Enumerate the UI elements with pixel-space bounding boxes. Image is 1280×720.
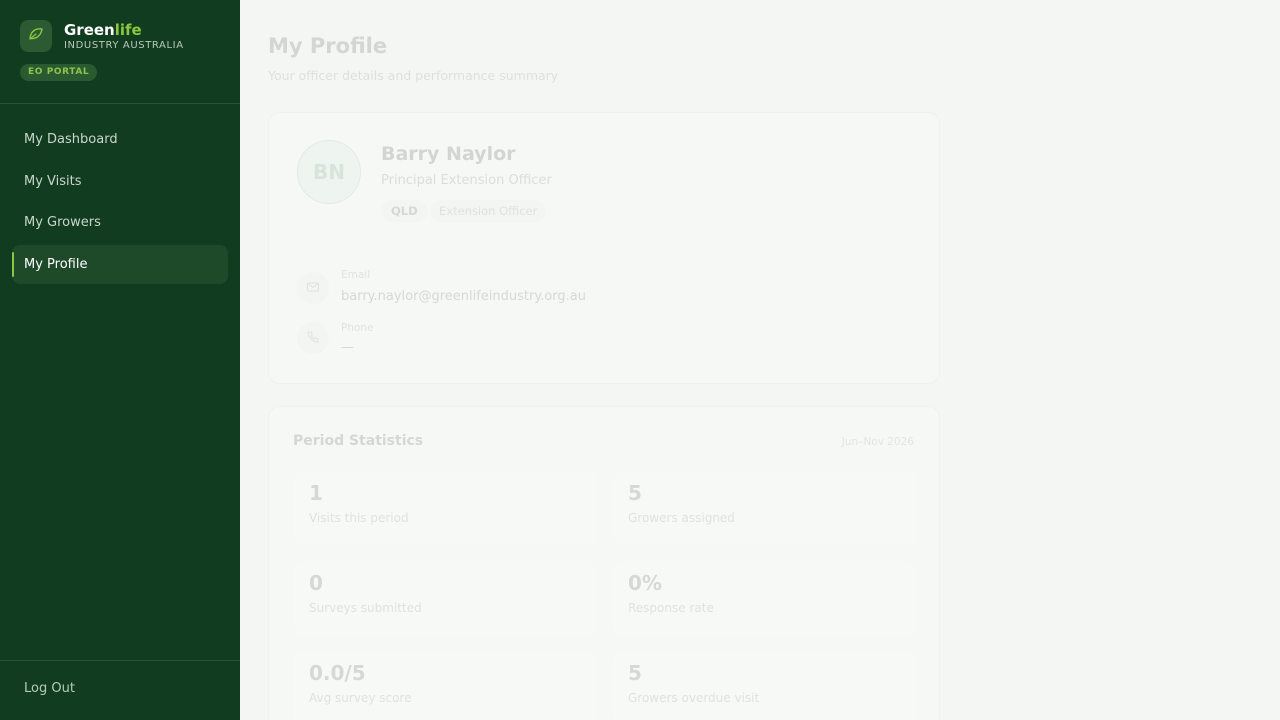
brand-name: Greenlife xyxy=(64,21,142,39)
brand-subtitle: INDUSTRY AUSTRALIA xyxy=(64,40,184,51)
stats-card: Period Statistics Jun–Nov 2026 1 Visits … xyxy=(268,406,940,720)
logo xyxy=(20,20,52,52)
phone-label: Phone xyxy=(341,322,374,334)
stat-surveys-submitted: 0 Surveys submitted xyxy=(294,561,597,635)
mail-icon xyxy=(306,279,320,298)
stat-value: 1 xyxy=(309,481,323,505)
profile-name: Barry Naylor xyxy=(381,143,516,165)
stat-value: 0% xyxy=(628,571,662,595)
stat-value: 0.0/5 xyxy=(309,661,366,685)
stat-label: Visits this period xyxy=(309,511,409,525)
email-icon-wrap xyxy=(297,272,329,304)
phone-icon-wrap xyxy=(297,322,329,354)
profile-role: Principal Extension Officer xyxy=(381,173,552,188)
sidebar-divider xyxy=(0,103,240,104)
sidebar-item-label: My Visits xyxy=(24,173,82,189)
state-badge: QLD xyxy=(381,200,428,222)
stat-label: Avg survey score xyxy=(309,691,412,705)
sidebar-item-label: My Growers xyxy=(24,215,101,230)
sidebar-item-profile[interactable]: My Profile xyxy=(12,244,228,284)
sidebar-item-visits[interactable]: My Visits xyxy=(12,162,228,201)
sidebar: Greenlife INDUSTRY AUSTRALIA EO PORTAL M… xyxy=(0,0,240,720)
main-content: My Profile Your officer details and perf… xyxy=(240,0,1280,720)
phone-value: — xyxy=(341,340,354,355)
sidebar-item-label: My Dashboard xyxy=(24,132,118,147)
stat-label: Growers assigned xyxy=(628,511,735,525)
stat-label: Response rate xyxy=(628,601,714,615)
email-value[interactable]: barry.naylor@greenlifeindustry.org.au xyxy=(341,289,586,304)
brand-name-part2: life xyxy=(114,21,142,39)
email-label: Email xyxy=(341,269,371,281)
profile-card: BN Barry Naylor Principal Extension Offi… xyxy=(268,112,940,384)
stats-title: Period Statistics xyxy=(293,433,424,449)
logout-button[interactable]: Log Out xyxy=(24,681,75,696)
officer-type-badge: Extension Officer xyxy=(430,200,547,222)
page-title: My Profile xyxy=(268,34,388,58)
phone-icon xyxy=(306,329,320,348)
sidebar-item-growers[interactable]: My Growers xyxy=(12,203,228,242)
sidebar-nav: My Dashboard My Visits My Growers My Pro… xyxy=(12,120,228,286)
sidebar-item-dashboard[interactable]: My Dashboard xyxy=(12,120,228,159)
stat-value: 5 xyxy=(628,481,642,505)
portal-badge: EO PORTAL xyxy=(20,64,98,81)
stat-response-rate: 0% Response rate xyxy=(613,561,916,635)
stats-period: Jun–Nov 2026 xyxy=(841,436,914,448)
sidebar-item-label: My Profile xyxy=(24,256,88,272)
stat-growers-overdue: 5 Growers overdue visit xyxy=(613,651,916,720)
stat-growers-assigned: 5 Growers assigned xyxy=(613,471,916,545)
stat-label: Surveys submitted xyxy=(309,601,422,615)
stat-value: 5 xyxy=(628,661,642,685)
sidebar-divider-bottom xyxy=(0,660,240,661)
stat-visits: 1 Visits this period xyxy=(294,471,597,545)
stat-value: 0 xyxy=(309,571,323,595)
brand-name-part1: Green xyxy=(64,21,115,39)
stat-label: Growers overdue visit xyxy=(628,691,760,705)
leaf-icon xyxy=(27,25,45,47)
page-subtitle: Your officer details and performance sum… xyxy=(268,68,559,83)
avatar: BN xyxy=(297,140,361,204)
stat-avg-score: 0.0/5 Avg survey score xyxy=(294,651,597,720)
